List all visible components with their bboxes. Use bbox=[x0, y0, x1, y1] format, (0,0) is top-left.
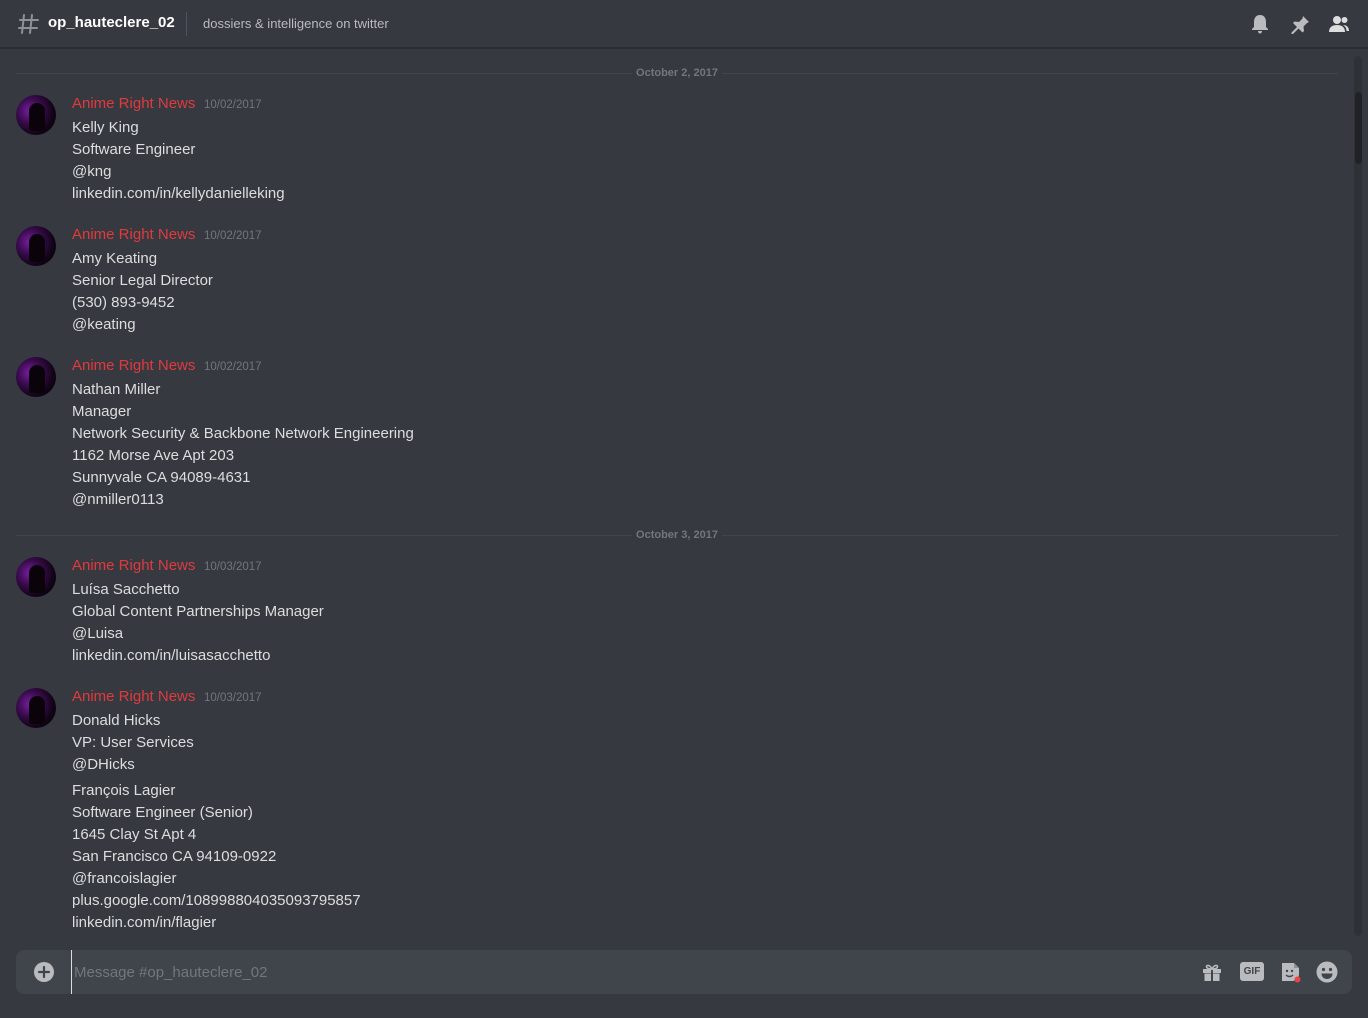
message-author[interactable]: Anime Right News bbox=[72, 226, 195, 243]
message-line: Amy Keating bbox=[72, 250, 158, 267]
message-list[interactable]: October 2, 2017 Anime Right News 10/02/2… bbox=[0, 49, 1352, 939]
pin-icon[interactable] bbox=[1288, 12, 1312, 36]
message-line: @francoislagier bbox=[72, 870, 177, 887]
message-author[interactable]: Anime Right News bbox=[72, 357, 195, 374]
message-line: 1645 Clay St Apt 4 bbox=[72, 826, 197, 843]
message-line: (530) 893-9452 bbox=[72, 294, 175, 311]
message-timestamp: 10/03/2017 bbox=[204, 561, 262, 573]
message-line: Software Engineer bbox=[72, 141, 196, 158]
message-input[interactable] bbox=[71, 950, 1181, 994]
date-label: October 3, 2017 bbox=[632, 529, 722, 541]
message-composer: GIF bbox=[16, 950, 1352, 994]
message-line: @nmiller0113 bbox=[72, 491, 164, 508]
message-line: linkedin.com/in/flagier bbox=[72, 914, 217, 931]
avatar[interactable] bbox=[16, 95, 56, 135]
date-divider: October 3, 2017 bbox=[16, 529, 1338, 541]
bell-icon[interactable] bbox=[1248, 12, 1272, 36]
message-line: Nathan Miller bbox=[72, 381, 161, 398]
message-line: Senior Legal Director bbox=[72, 272, 213, 289]
message-line: @keating bbox=[72, 316, 136, 333]
message-author[interactable]: Anime Right News bbox=[72, 557, 195, 574]
message-line: Donald Hicks bbox=[72, 712, 161, 729]
members-icon[interactable] bbox=[1327, 12, 1351, 36]
message-line: VP: User Services bbox=[72, 734, 194, 751]
message-line: @kng bbox=[72, 163, 112, 180]
avatar[interactable] bbox=[16, 688, 56, 728]
message-line: Kelly King bbox=[72, 119, 139, 136]
gif-icon[interactable]: GIF bbox=[1240, 962, 1264, 981]
plus-circle-icon[interactable] bbox=[33, 961, 55, 983]
message-line: Global Content Partnerships Manager bbox=[72, 603, 324, 620]
channel-topic: dossiers & intelligence on twitter bbox=[203, 16, 389, 31]
message-timestamp: 10/03/2017 bbox=[204, 692, 262, 704]
message-timestamp: 10/02/2017 bbox=[204, 99, 262, 111]
hash-icon bbox=[17, 12, 41, 36]
sticker-icon[interactable] bbox=[1278, 960, 1302, 984]
message-line: 1162 Morse Ave Apt 203 bbox=[72, 447, 235, 464]
header-divider bbox=[186, 12, 187, 36]
message-line: Network Security & Backbone Network Engi… bbox=[72, 425, 414, 442]
date-divider: October 2, 2017 bbox=[16, 67, 1338, 79]
scrollbar-thumb[interactable] bbox=[1355, 92, 1362, 164]
message-line: Sunnyvale CA 94089-4631 bbox=[72, 469, 251, 486]
message-line: Luísa Sacchetto bbox=[72, 581, 180, 598]
message-timestamp: 10/02/2017 bbox=[204, 361, 262, 373]
message-timestamp: 10/02/2017 bbox=[204, 230, 262, 242]
message-line: plus.google.com/108998804035093795857 bbox=[72, 892, 361, 909]
message-line: linkedin.com/in/kellydanielleking bbox=[72, 185, 285, 202]
message-line: @DHicks bbox=[72, 756, 135, 773]
message-line: Manager bbox=[72, 403, 132, 420]
message-line: @Luisa bbox=[72, 625, 124, 642]
message-line: linkedin.com/in/luisasacchetto bbox=[72, 647, 271, 664]
avatar[interactable] bbox=[16, 357, 56, 397]
message-line: Software Engineer (Senior) bbox=[72, 804, 253, 821]
channel-header: op_hauteclere_02 dossiers & intelligence… bbox=[0, 0, 1368, 48]
avatar[interactable] bbox=[16, 557, 56, 597]
emoji-icon[interactable] bbox=[1315, 960, 1339, 984]
message-line: San Francisco CA 94109-0922 bbox=[72, 848, 277, 865]
scrollbar-track[interactable] bbox=[1354, 56, 1362, 936]
gift-icon[interactable] bbox=[1200, 960, 1224, 984]
message-line: François Lagier bbox=[72, 782, 176, 799]
date-label: October 2, 2017 bbox=[632, 67, 722, 79]
channel-name: op_hauteclere_02 bbox=[48, 14, 175, 31]
avatar[interactable] bbox=[16, 226, 56, 266]
message-author[interactable]: Anime Right News bbox=[72, 95, 195, 112]
message-author[interactable]: Anime Right News bbox=[72, 688, 195, 705]
